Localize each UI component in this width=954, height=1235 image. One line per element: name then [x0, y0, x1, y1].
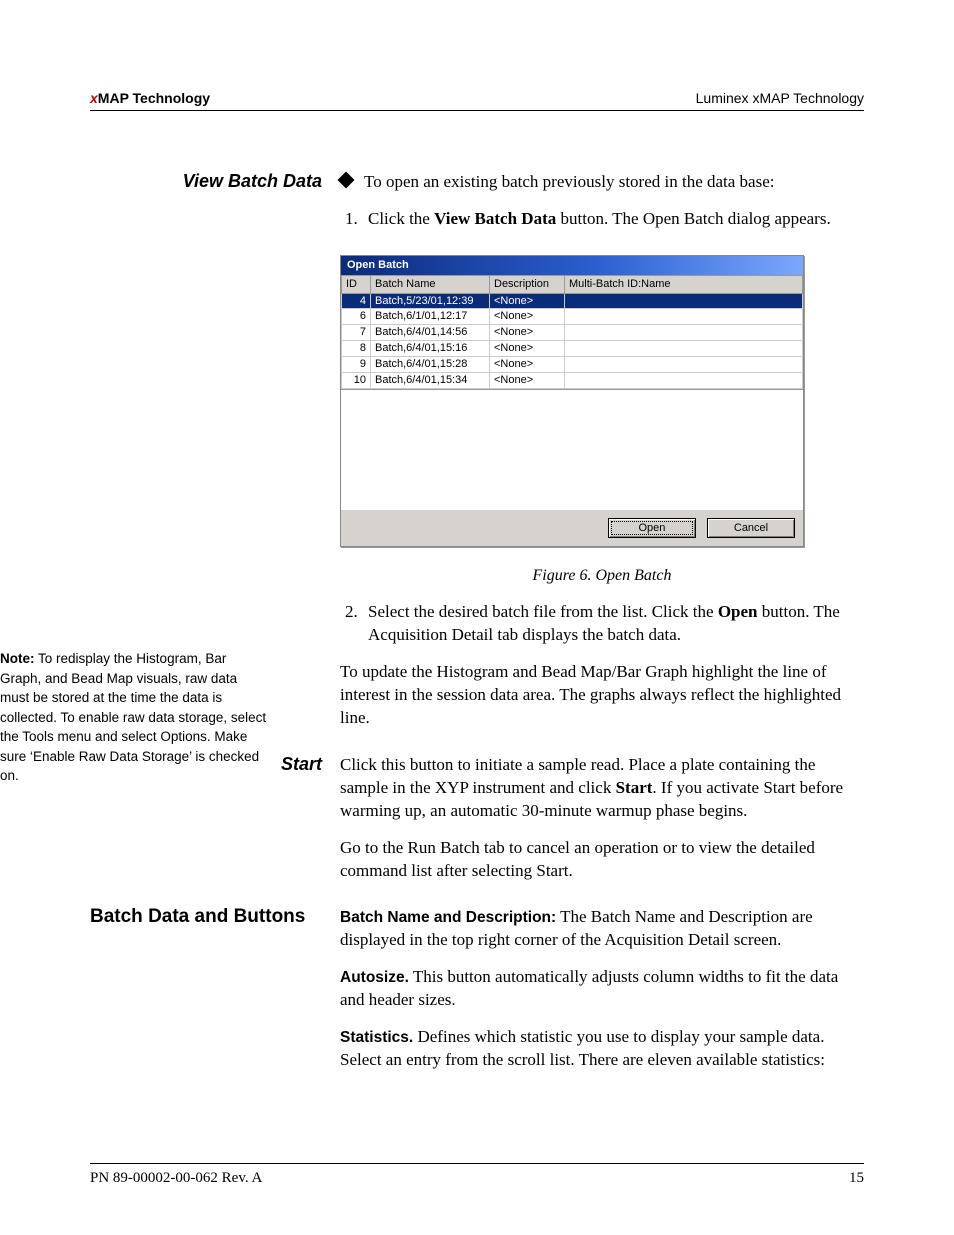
- start-para1: Click this button to initiate a sample r…: [340, 754, 864, 823]
- diamond-icon: [338, 172, 355, 189]
- start-para2: Go to the Run Batch tab to cancel an ope…: [340, 837, 864, 883]
- cancel-button[interactable]: Cancel: [707, 518, 795, 539]
- footer-left: PN 89-00002-00-062 Rev. A: [90, 1170, 262, 1187]
- batch-table[interactable]: ID Batch Name Description Multi-Batch ID…: [341, 275, 803, 389]
- open-batch-dialog: Open Batch ID Batch Name Description Mul…: [340, 255, 804, 548]
- dialog-title: Open Batch: [341, 256, 803, 275]
- table-row[interactable]: 4Batch,5/23/01,12:39<None>: [342, 293, 803, 309]
- autosize-para: Autosize. This button automatically adju…: [340, 966, 864, 1012]
- header-right: Luminex xMAP Technology: [696, 90, 864, 106]
- page-header: xMAP Technology Luminex xMAP Technology: [90, 90, 864, 111]
- footer-page: 15: [849, 1170, 864, 1187]
- note-label: Note:: [0, 651, 35, 666]
- table-row[interactable]: 9Batch,6/4/01,15:28<None>: [342, 356, 803, 372]
- header-left: xMAP Technology: [90, 90, 210, 106]
- col-multi[interactable]: Multi-Batch ID:Name: [565, 275, 803, 293]
- open-batch-figure: Open Batch ID Batch Name Description Mul…: [340, 255, 864, 548]
- col-desc[interactable]: Description: [490, 275, 565, 293]
- table-row[interactable]: 7Batch,6/4/01,14:56<None>: [342, 325, 803, 341]
- dialog-buttons: Open Cancel: [341, 510, 803, 547]
- col-id[interactable]: ID: [342, 275, 371, 293]
- step-1: Click the View Batch Data button. The Op…: [362, 208, 864, 231]
- table-row[interactable]: 10Batch,6/4/01,15:34<None>: [342, 372, 803, 388]
- note-text: To redisplay the Histogram, Bar Graph, a…: [0, 651, 266, 783]
- dialog-empty-area: [341, 389, 803, 510]
- batch-data-heading: Batch Data and Buttons: [90, 906, 305, 927]
- margin-note: Note: To redisplay the Histogram, Bar Gr…: [0, 649, 270, 786]
- batch-name-desc: Batch Name and Description: The Batch Na…: [340, 906, 864, 952]
- open-button[interactable]: Open: [608, 518, 696, 539]
- table-row[interactable]: 6Batch,6/1/01,12:17<None>: [342, 309, 803, 325]
- statistics-para: Statistics. Defines which statistic you …: [340, 1026, 864, 1072]
- col-name[interactable]: Batch Name: [371, 275, 490, 293]
- view-batch-intro-text: To open an existing batch previously sto…: [364, 172, 774, 191]
- start-heading: Start: [281, 754, 322, 774]
- page-footer: PN 89-00002-00-062 Rev. A 15: [90, 1163, 864, 1187]
- view-batch-steps: Click the View Batch Data button. The Op…: [340, 208, 864, 231]
- view-batch-post: To update the Histogram and Bead Map/Bar…: [340, 661, 864, 730]
- header-left-rest: MAP Technology: [98, 90, 210, 106]
- view-batch-heading: View Batch Data: [183, 171, 322, 191]
- view-batch-intro: To open an existing batch previously sto…: [340, 171, 864, 194]
- header-x-italic: x: [90, 90, 98, 106]
- step-2: Select the desired batch file from the l…: [362, 601, 864, 647]
- figure-caption: Figure 6. Open Batch: [340, 565, 864, 587]
- table-row[interactable]: 8Batch,6/4/01,15:16<None>: [342, 341, 803, 357]
- view-batch-steps-2: Select the desired batch file from the l…: [340, 601, 864, 647]
